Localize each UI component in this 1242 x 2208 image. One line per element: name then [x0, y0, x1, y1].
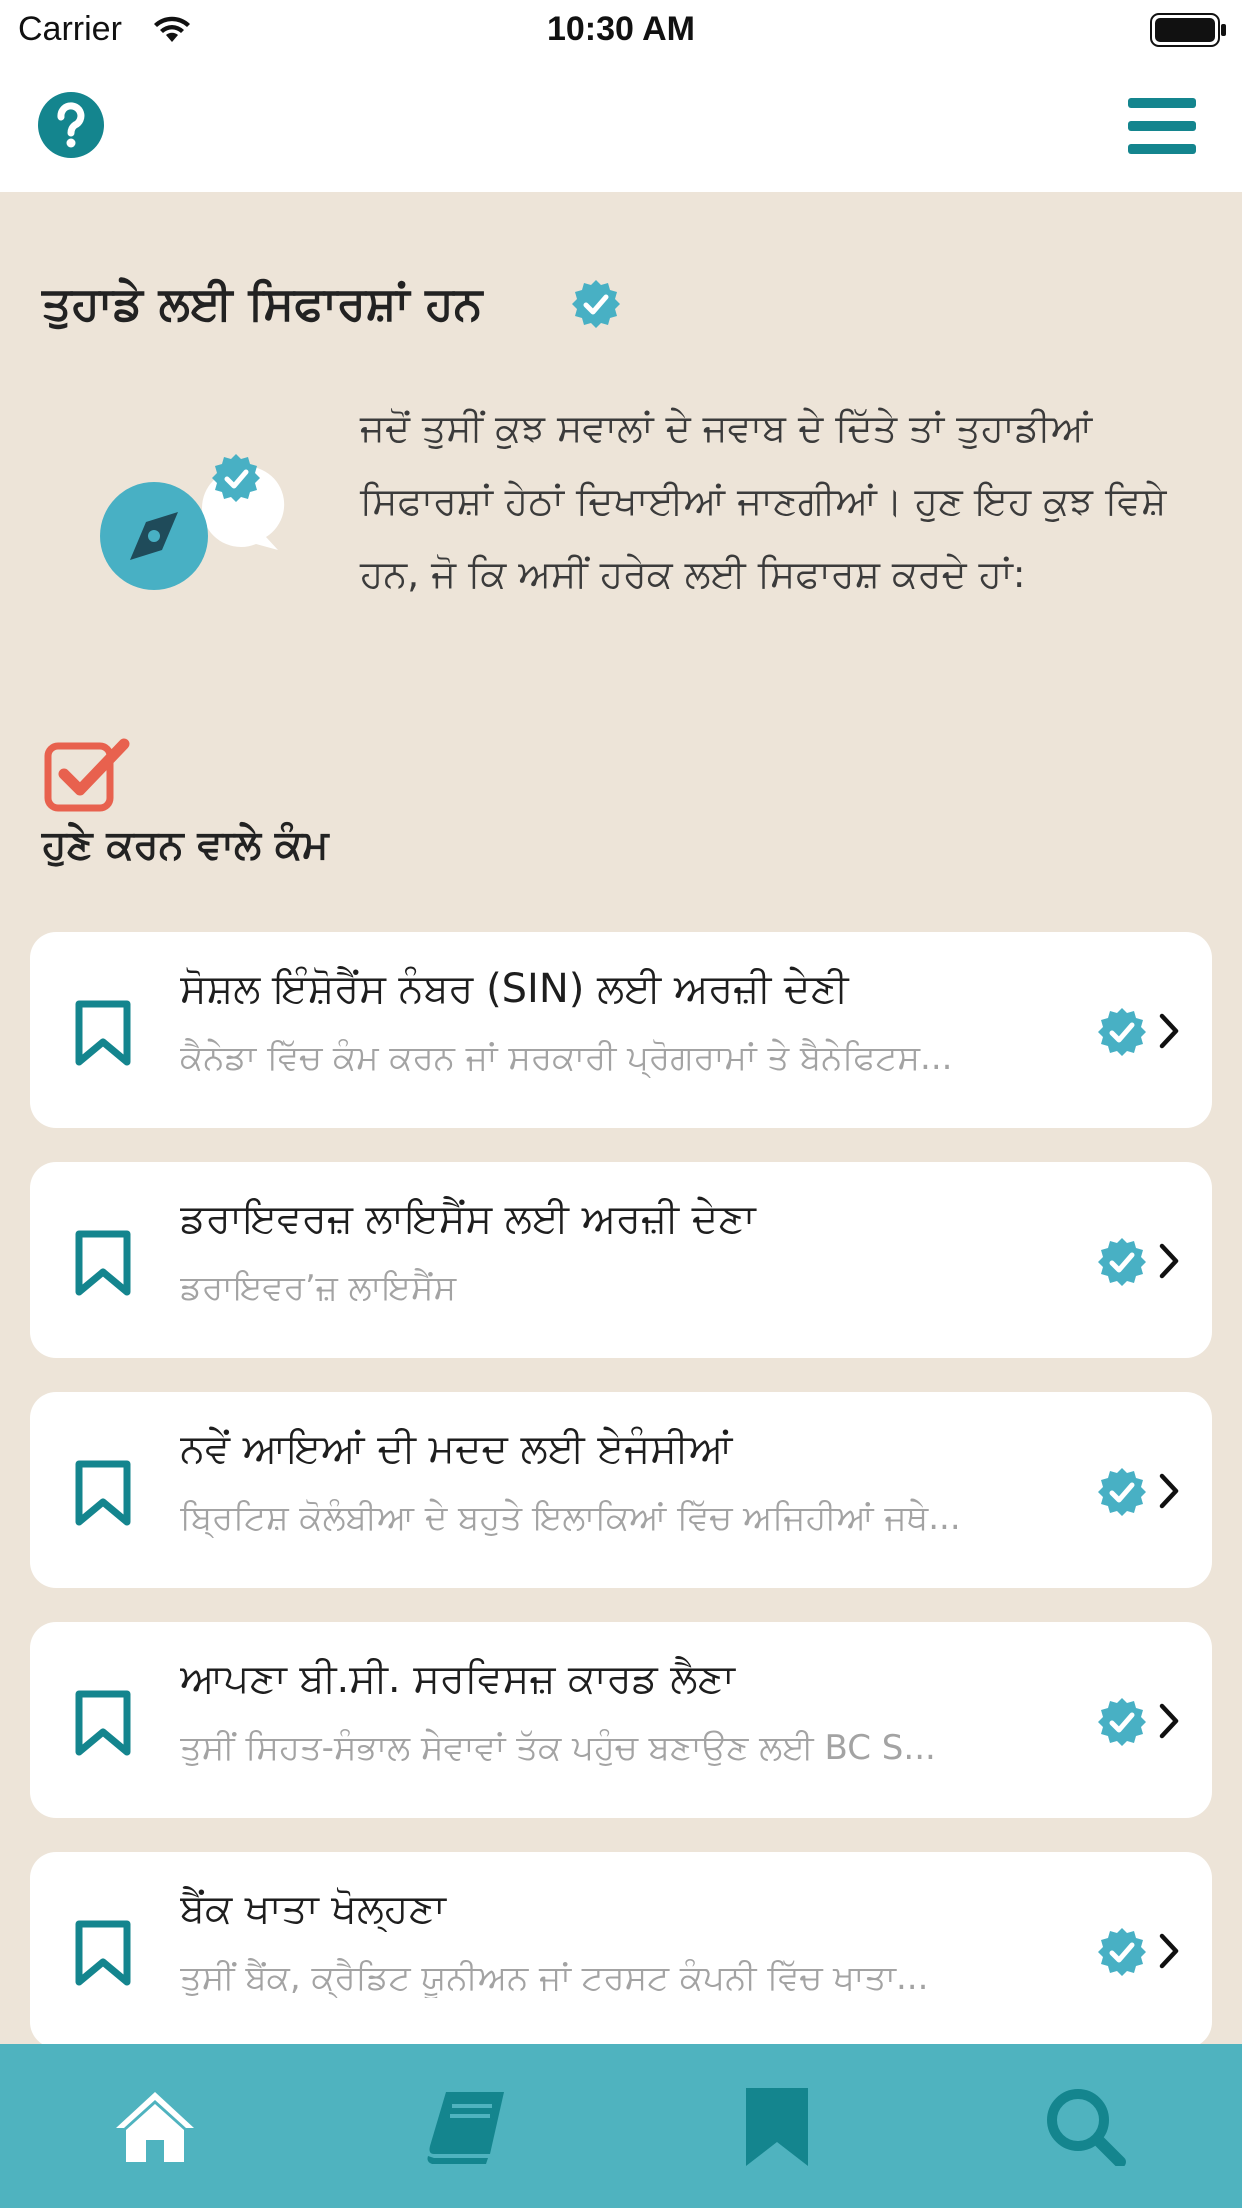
bookmark-outline-icon[interactable] — [74, 1230, 132, 1296]
todo-card-title: ਸੋਸ਼ਲ ਇੰਸ਼ੋਰੈਂਸ ਨੰਬਰ (SIN) ਲਈ ਅਰਜ਼ੀ ਦੇਣੀ — [180, 966, 849, 1012]
hamburger-menu-icon[interactable] — [1128, 98, 1196, 154]
chevron-right-icon — [1159, 1933, 1179, 1969]
todo-card-subtitle: ਕੈਨੇਡਾ ਵਿੱਚ ਕੰਮ ਕਰਨ ਜਾਂ ਸਰਕਾਰੀ ਪ੍ਰੋਗਰਾਮਾ… — [180, 1038, 953, 1078]
help-icon[interactable] — [38, 92, 104, 158]
todo-card-subtitle: ਬ੍ਰਿਟਿਸ਼ ਕੋਲੰਬੀਆ ਦੇ ਬਹੁਤੇ ਇਲਾਕਿਆਂ ਵਿੱਚ ਅ… — [180, 1498, 961, 1538]
todo-card[interactable]: ਡਰਾਇਵਰਜ਼ ਲਾਇਸੈਂਸ ਲਈ ਅਰਜ਼ੀ ਦੇਣਾ ਡਰਾਇਵਰ’ਜ਼… — [30, 1162, 1212, 1358]
todo-card[interactable]: ਸੋਸ਼ਲ ਇੰਸ਼ੋਰੈਂਸ ਨੰਬਰ (SIN) ਲਈ ਅਰਜ਼ੀ ਦੇਣੀ… — [30, 932, 1212, 1128]
home-icon[interactable] — [114, 2088, 196, 2166]
todo-card-title: ਬੈਂਕ ਖਾਤਾ ਖੋਲ੍ਹਣਾ — [180, 1886, 446, 1932]
status-bar: Carrier 10:30 AM — [0, 0, 1242, 60]
search-icon[interactable] — [1044, 2088, 1126, 2166]
bookmark-outline-icon[interactable] — [74, 1460, 132, 1526]
book-icon[interactable] — [426, 2088, 508, 2166]
todo-card-subtitle: ਡਰਾਇਵਰ’ਜ਼ ਲਾਇਸੈਂਸ — [180, 1268, 457, 1308]
top-nav-bar — [0, 60, 1242, 192]
bookmark-outline-icon[interactable] — [74, 1690, 132, 1756]
compass-illustration-icon — [100, 454, 285, 590]
todo-section-title: ਹੁਣੇ ਕਰਨ ਵਾਲੇ ਕੰਮ — [42, 822, 329, 868]
bookmark-outline-icon[interactable] — [74, 1000, 132, 1066]
todo-card-subtitle: ਤੁਸੀਂ ਸਿਹਤ-ਸੰਭਾਲ ਸੇਵਾਵਾਂ ਤੱਕ ਪਹੁੰਚ ਬਣਾਉਣ… — [180, 1728, 936, 1768]
verified-badge-icon — [1098, 1008, 1146, 1056]
todo-card-title: ਆਪਣਾ ਬੀ.ਸੀ. ਸਰਵਿਸਜ਼ ਕਾਰਡ ਲੈਣਾ — [180, 1656, 735, 1702]
verified-badge-icon — [1098, 1698, 1146, 1746]
bookmark-icon[interactable] — [736, 2088, 818, 2166]
todo-card[interactable]: ਨਵੇਂ ਆਇਆਂ ਦੀ ਮਦਦ ਲਈ ਏਜੰਸੀਆਂ ਬ੍ਰਿਟਿਸ਼ ਕੋਲ… — [30, 1392, 1212, 1588]
chevron-right-icon — [1159, 1243, 1179, 1279]
main-content[interactable]: ਤੁਹਾਡੇ ਲਈ ਸਿਫਾਰਸ਼ਾਂ ਹਨ ਜਦੋਂ ਤੁਸੀਂ ਕੁਝ ਸਵ… — [0, 192, 1242, 2044]
todo-card[interactable]: ਬੈਂਕ ਖਾਤਾ ਖੋਲ੍ਹਣਾ ਤੁਸੀਂ ਬੈਂਕ, ਕ੍ਰੈਡਿਟ ਯੂ… — [30, 1852, 1212, 2044]
todo-card[interactable]: ਆਪਣਾ ਬੀ.ਸੀ. ਸਰਵਿਸਜ਼ ਕਾਰਡ ਲੈਣਾ ਤੁਸੀਂ ਸਿਹਤ… — [30, 1622, 1212, 1818]
verified-badge-icon — [572, 280, 620, 328]
verified-badge-icon — [1098, 1468, 1146, 1516]
verified-badge-icon — [1098, 1928, 1146, 1976]
chevron-right-icon — [1159, 1473, 1179, 1509]
recommendations-title: ਤੁਹਾਡੇ ਲਈ ਸਿਫਾਰਸ਼ਾਂ ਹਨ — [42, 276, 483, 330]
clock-time: 10:30 AM — [546, 10, 696, 48]
bookmark-outline-icon[interactable] — [74, 1920, 132, 1986]
todo-card-title: ਡਰਾਇਵਰਜ਼ ਲਾਇਸੈਂਸ ਲਈ ਅਰਜ਼ੀ ਦੇਣਾ — [180, 1196, 756, 1242]
battery-icon — [1150, 13, 1226, 47]
verified-badge-icon — [1098, 1238, 1146, 1286]
checkbox-checked-icon — [44, 738, 130, 812]
intro-text: ਜਦੋਂ ਤੁਸੀਂ ਕੁਝ ਸਵਾਲਾਂ ਦੇ ਜਵਾਬ ਦੇ ਦਿੱਤੇ ਤ… — [360, 406, 1167, 596]
todo-card-title: ਨਵੇਂ ਆਇਆਂ ਦੀ ਮਦਦ ਲਈ ਏਜੰਸੀਆਂ — [180, 1426, 733, 1472]
chevron-right-icon — [1159, 1703, 1179, 1739]
todo-card-subtitle: ਤੁਸੀਂ ਬੈਂਕ, ਕ੍ਰੈਡਿਟ ਯੂਨੀਅਨ ਜਾਂ ਟਰਸਟ ਕੰਪਨ… — [180, 1958, 929, 1998]
chevron-right-icon — [1159, 1013, 1179, 1049]
bottom-tab-bar — [0, 2044, 1242, 2208]
